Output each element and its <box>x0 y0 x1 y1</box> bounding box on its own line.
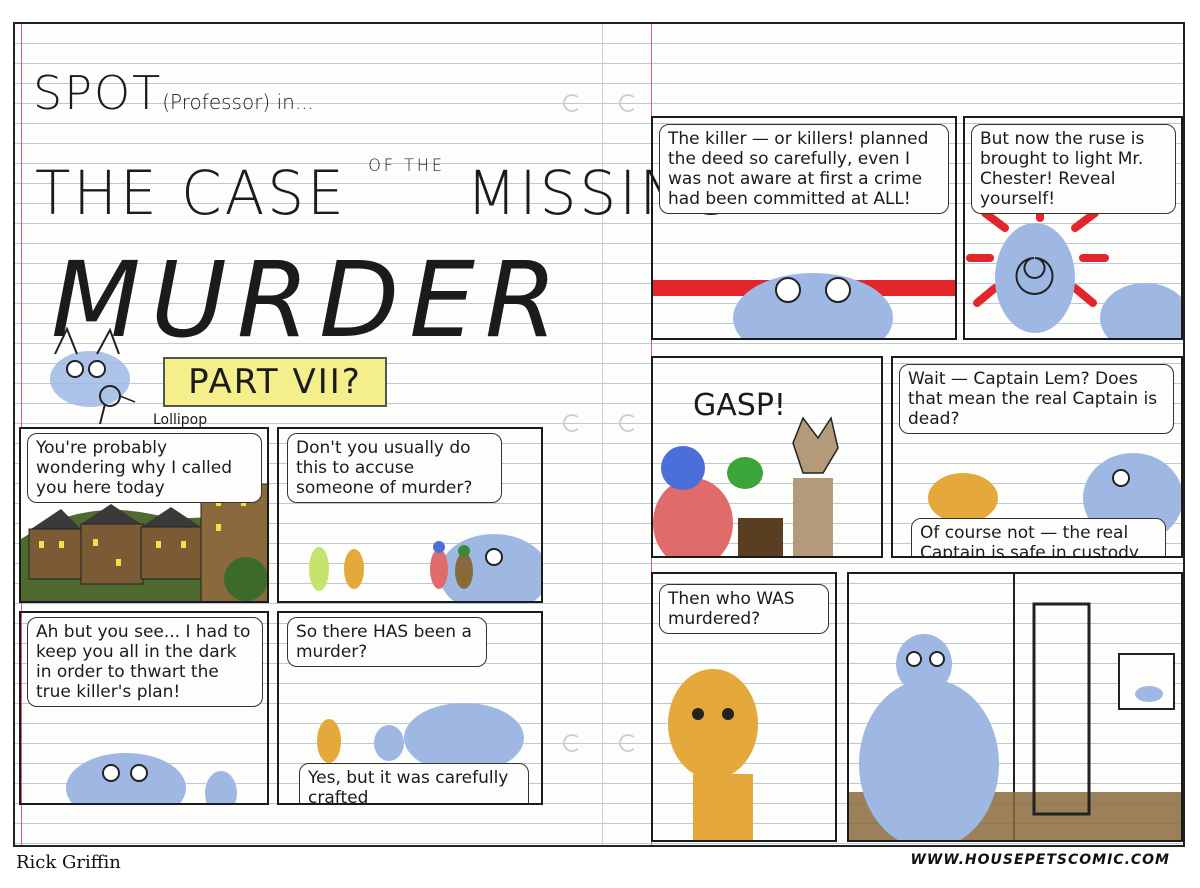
lollipop-label: Lollipop <box>153 412 208 428</box>
panel-9: Then who WAS murdered? <box>651 572 837 842</box>
panel-4: So there HAS been a murder? Yes, but it … <box>277 611 543 805</box>
panel-10 <box>847 572 1183 842</box>
speech-bubble-p9: Then who WAS murdered? <box>659 584 829 634</box>
site-url: WWW.HOUSEPETSCOMIC.COM <box>910 852 1170 868</box>
panel-2: Don't you usually do this to accuse some… <box>277 427 543 603</box>
speech-bubble-p2: Don't you usually do this to accuse some… <box>287 433 502 503</box>
speech-bubble-p5: The killer — or killers! planned the dee… <box>659 124 949 214</box>
panel-5: The killer — or killers! planned the dee… <box>651 116 957 340</box>
notebook-spread: SPOT(Professor) in... THE CASE OF THE MI… <box>13 22 1185 847</box>
speech-bubble-p8b: Of course not — the real Captain is safe… <box>911 518 1166 556</box>
panel-6: But now the ruse is brought to light Mr.… <box>963 116 1183 340</box>
panel-7: GASP! <box>651 356 883 558</box>
speech-bubble-p3: Ah but you see... I had to keep you all … <box>27 617 263 707</box>
speech-bubble-p4b: Yes, but it was carefully crafted <box>299 763 529 803</box>
panel-8: Wait — Captain Lem? Does that mean the r… <box>891 356 1183 558</box>
part-label: PART VII? <box>163 357 387 407</box>
speech-bubble-p8a: Wait — Captain Lem? Does that mean the r… <box>899 364 1174 434</box>
speech-bubble-p4a: So there HAS been a murder? <box>287 617 487 667</box>
author-signature: Rick Griffin <box>16 852 121 873</box>
panel-1: You're probably wondering why I called y… <box>19 427 269 603</box>
speech-bubble-p6: But now the ruse is brought to light Mr.… <box>971 124 1176 214</box>
panel-3: Ah but you see... I had to keep you all … <box>19 611 269 805</box>
speech-bubble-p1: You're probably wondering why I called y… <box>27 433 262 503</box>
gasp-text: GASP! <box>693 388 786 423</box>
